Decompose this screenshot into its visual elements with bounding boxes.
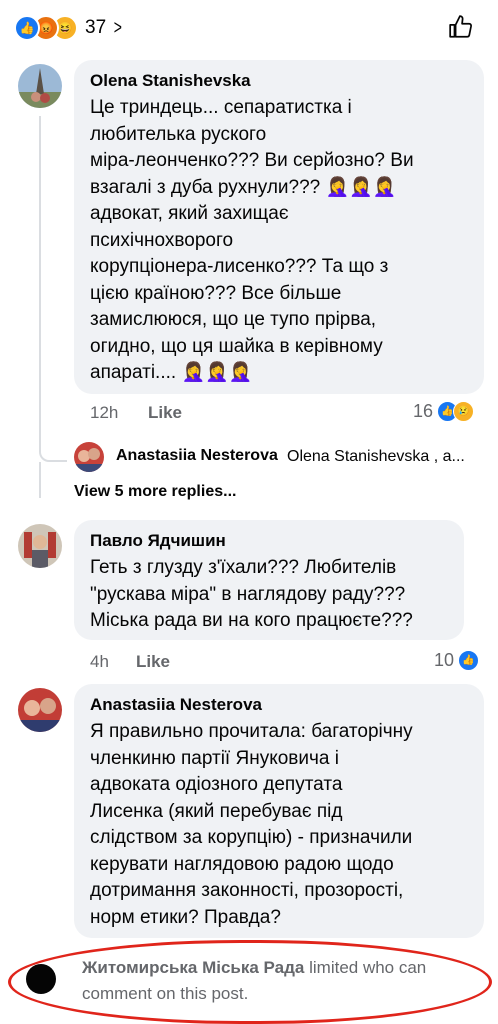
comment-text: Я правильно прочитала: багаторічну членк… <box>90 721 413 928</box>
thread-line <box>39 462 41 498</box>
reply-preview[interactable]: Anastasiia Nesterova Olena Stanishevska … <box>74 440 484 474</box>
red-highlight-annotation <box>8 940 492 1024</box>
comment-text: Геть з глузду з'їхали??? Любителів "руск… <box>90 557 413 631</box>
comment-reactions[interactable]: 16 👍 😢 <box>413 401 475 422</box>
avatar[interactable] <box>18 64 62 108</box>
post-reactions-bar: 👍 😡 😆 37 > <box>0 0 498 54</box>
sad-reaction-icon: 😢 <box>453 401 475 422</box>
comment-like-button[interactable]: Like <box>148 403 182 423</box>
comment-time[interactable]: 4h <box>90 652 109 672</box>
comment-author[interactable]: Павло Ядчишин <box>90 531 226 551</box>
like-reaction-icon: 👍 <box>14 15 40 41</box>
avatar[interactable] <box>18 688 62 732</box>
reply-snippet: Olena Stanishevska , a... <box>287 448 465 465</box>
avatar[interactable] <box>74 442 104 472</box>
like-reaction-icon: 👍 <box>458 650 480 671</box>
reaction-count: 37 <box>85 17 107 38</box>
comment-author[interactable]: Anastasiia Nesterova <box>90 695 262 715</box>
comment-author[interactable]: Olena Stanishevska <box>90 71 251 91</box>
comment-text: Це триндець... сепаратистка і любителька… <box>90 97 414 383</box>
thread-line <box>39 116 41 450</box>
reply-author[interactable]: Anastasiia Nesterova <box>116 447 278 465</box>
avatar[interactable] <box>18 524 62 568</box>
comment-reaction-count: 10 <box>434 650 455 670</box>
comment-reaction-count: 16 <box>413 401 434 421</box>
like-thumb-icon[interactable] <box>448 14 474 40</box>
view-more-replies-link[interactable]: View 5 more replies... <box>74 483 236 501</box>
reactions-summary[interactable]: 👍 😡 😆 37 > <box>14 15 124 41</box>
comment-time[interactable]: 12h <box>90 403 118 423</box>
chevron-right-icon: > <box>113 16 123 39</box>
thread-branch <box>39 450 67 462</box>
comment-like-button[interactable]: Like <box>136 652 170 672</box>
comment-reactions[interactable]: 10 👍 <box>434 650 480 671</box>
